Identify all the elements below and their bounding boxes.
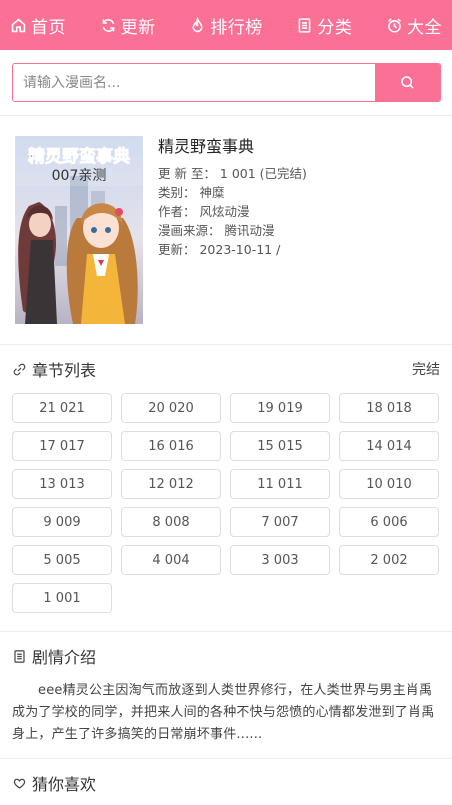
comic-info: 精灵野蛮事典 更 新 至： 1 001 (已完结) 类别： 神糜 作者： 风炫动…	[158, 136, 438, 259]
chapter-button[interactable]: 5 005	[12, 545, 112, 575]
chapter-button[interactable]: 14 014	[339, 431, 439, 461]
chapter-button[interactable]: 4 004	[121, 545, 221, 575]
search-bar	[12, 63, 441, 102]
recommend-title: 猜你喜欢	[12, 771, 96, 795]
chapter-list-label: 章节列表	[32, 361, 97, 380]
chapter-button[interactable]: 11 011	[230, 469, 330, 499]
fire-icon	[192, 16, 203, 32]
nav-update[interactable]: 更新	[100, 13, 156, 38]
chapter-button[interactable]: 21 021	[12, 393, 112, 423]
chapter-list-header: 章节列表 完结	[12, 357, 440, 381]
comic-updated: 更新： 2023-10-11 /	[158, 242, 281, 257]
heart-icon	[13, 778, 26, 789]
chapter-button[interactable]: 18 018	[339, 393, 439, 423]
recommend-label: 猜你喜欢	[32, 775, 97, 794]
nav-ranking-label: 排行榜	[210, 17, 263, 38]
link-icon	[13, 363, 26, 375]
chapter-button[interactable]: 8 008	[121, 507, 221, 537]
comic-category: 类别： 神糜	[158, 185, 225, 200]
top-nav: 首页 更新 排行榜 分类 大全	[0, 0, 452, 50]
nav-home-label: 首页	[31, 17, 66, 38]
nav-home[interactable]: 首页	[10, 13, 66, 38]
chapter-button[interactable]: 13 013	[12, 469, 112, 499]
synopsis-label: 剧情介绍	[32, 648, 97, 667]
chapter-list-title: 章节列表	[12, 357, 96, 381]
chapter-button[interactable]: 7 007	[230, 507, 330, 537]
cover-subtitle-text: 007亲测	[52, 168, 107, 184]
comic-author: 作者： 风炫动漫	[158, 204, 250, 219]
chapter-button[interactable]: 1 001	[12, 583, 112, 613]
divider	[0, 631, 452, 632]
chapter-button[interactable]: 10 010	[339, 469, 439, 499]
chapter-button[interactable]: 16 016	[121, 431, 221, 461]
chapter-button[interactable]: 6 006	[339, 507, 439, 537]
nav-all-label: 大全	[407, 17, 442, 38]
search-icon	[401, 76, 414, 89]
search-input[interactable]	[13, 64, 375, 101]
chapter-button[interactable]: 9 009	[12, 507, 112, 537]
list-icon	[299, 17, 311, 33]
recommend-header: 猜你喜欢	[12, 771, 440, 795]
synopsis-title: 剧情介绍	[12, 644, 96, 668]
chapter-button[interactable]: 17 017	[12, 431, 112, 461]
cover-illustration: 精灵野蛮事典 007亲测	[15, 136, 143, 324]
chapter-button[interactable]: 12 012	[121, 469, 221, 499]
chapter-button[interactable]: 15 015	[230, 431, 330, 461]
synopsis-header: 剧情介绍	[12, 644, 440, 668]
chapter-button[interactable]: 20 020	[121, 393, 221, 423]
nav-all[interactable]: 大全	[386, 13, 442, 38]
divider	[0, 758, 452, 759]
chapter-button[interactable]: 3 003	[230, 545, 330, 575]
search-button[interactable]	[375, 64, 440, 101]
nav-update-label: 更新	[120, 17, 156, 38]
comic-latest: 更 新 至： 1 001 (已完结)	[158, 166, 307, 181]
comic-source: 漫画来源： 腾讯动漫	[158, 223, 275, 238]
document-icon	[14, 649, 25, 663]
refresh-icon	[102, 18, 114, 32]
chapter-grid: 21 021 20 020 19 019 18 018 17 017 16 016 15 0…	[12, 393, 442, 613]
completion-status: 完结	[412, 362, 440, 378]
chapter-button[interactable]: 19 019	[230, 393, 330, 423]
divider	[0, 115, 452, 116]
synopsis-text: eee精灵公主因淘气而放逐到人类世界修行，在人类世界与男主肖禹成为了学校的同学，…	[12, 683, 435, 742]
nav-category[interactable]: 分类	[296, 13, 352, 38]
comic-title: 精灵野蛮事典	[158, 137, 255, 156]
cover-title-text: 精灵野蛮事典	[28, 146, 130, 167]
nav-category-label: 分类	[317, 17, 353, 38]
comic-cover[interactable]: 精灵野蛮事典 007亲测	[15, 136, 143, 324]
chapter-button[interactable]: 2 002	[339, 545, 439, 575]
divider	[0, 344, 452, 345]
clock-icon	[388, 18, 401, 33]
nav-ranking[interactable]: 排行榜	[189, 13, 263, 38]
home-icon	[11, 18, 26, 32]
